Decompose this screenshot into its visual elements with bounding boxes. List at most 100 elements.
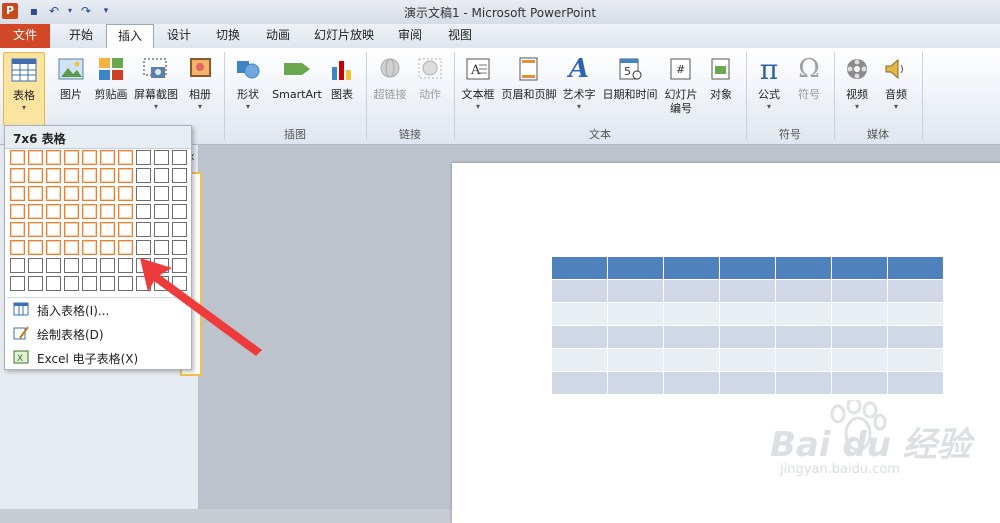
- slide-table[interactable]: [551, 256, 944, 395]
- table-cell[interactable]: [663, 256, 720, 280]
- grid-cell[interactable]: [118, 150, 133, 165]
- tab-insert[interactable]: 插入: [106, 24, 154, 49]
- audio-button[interactable]: 音频 ▾: [878, 52, 914, 124]
- table-cell[interactable]: [607, 279, 664, 303]
- tab-transitions[interactable]: 切换: [206, 24, 250, 48]
- slide-number-button[interactable]: # 幻灯片 编号: [660, 52, 702, 124]
- table-cell[interactable]: [663, 325, 720, 349]
- grid-cell[interactable]: [46, 276, 61, 291]
- grid-cell[interactable]: [28, 240, 43, 255]
- grid-cell[interactable]: [100, 240, 115, 255]
- grid-cell[interactable]: [28, 168, 43, 183]
- grid-cell[interactable]: [154, 222, 169, 237]
- grid-cell[interactable]: [28, 150, 43, 165]
- grid-cell[interactable]: [46, 168, 61, 183]
- grid-cell[interactable]: [136, 168, 151, 183]
- grid-cell[interactable]: [82, 222, 97, 237]
- grid-cell[interactable]: [10, 204, 25, 219]
- grid-cell[interactable]: [28, 204, 43, 219]
- grid-cell[interactable]: [154, 186, 169, 201]
- wordart-button[interactable]: A 艺术字 ▾: [560, 52, 598, 124]
- grid-cell[interactable]: [100, 150, 115, 165]
- grid-cell[interactable]: [64, 204, 79, 219]
- table-cell[interactable]: [551, 256, 608, 280]
- picture-button[interactable]: 图片: [52, 52, 90, 124]
- table-cell[interactable]: [719, 325, 776, 349]
- table-cell[interactable]: [831, 348, 888, 372]
- grid-cell[interactable]: [136, 204, 151, 219]
- grid-cell[interactable]: [100, 222, 115, 237]
- clipart-button[interactable]: 剪贴画: [92, 52, 130, 124]
- album-button[interactable]: 相册 ▾: [182, 52, 218, 124]
- smartart-button[interactable]: SmartArt: [270, 52, 324, 124]
- grid-cell[interactable]: [172, 204, 187, 219]
- shapes-button[interactable]: 形状 ▾: [228, 52, 268, 124]
- grid-cell[interactable]: [10, 150, 25, 165]
- grid-cell[interactable]: [154, 204, 169, 219]
- grid-cell[interactable]: [154, 150, 169, 165]
- tab-review[interactable]: 审阅: [388, 24, 432, 48]
- grid-cell[interactable]: [136, 186, 151, 201]
- grid-cell[interactable]: [100, 168, 115, 183]
- table-cell[interactable]: [775, 279, 832, 303]
- grid-cell[interactable]: [118, 186, 133, 201]
- table-cell[interactable]: [719, 302, 776, 326]
- grid-cell[interactable]: [10, 258, 25, 273]
- table-cell[interactable]: [775, 302, 832, 326]
- grid-cell[interactable]: [64, 258, 79, 273]
- grid-cell[interactable]: [100, 186, 115, 201]
- grid-cell[interactable]: [28, 276, 43, 291]
- symbol-button[interactable]: Ω 符号: [790, 52, 828, 124]
- grid-cell[interactable]: [82, 168, 97, 183]
- grid-cell[interactable]: [100, 276, 115, 291]
- grid-cell[interactable]: [10, 168, 25, 183]
- screenshot-button[interactable]: 屏幕截图 ▾: [132, 52, 180, 124]
- equation-button[interactable]: π 公式 ▾: [750, 52, 788, 124]
- grid-cell[interactable]: [46, 240, 61, 255]
- table-cell[interactable]: [831, 325, 888, 349]
- grid-cell[interactable]: [10, 186, 25, 201]
- grid-cell[interactable]: [64, 168, 79, 183]
- table-cell[interactable]: [831, 279, 888, 303]
- table-cell[interactable]: [887, 348, 944, 372]
- grid-cell[interactable]: [28, 222, 43, 237]
- table-cell[interactable]: [551, 279, 608, 303]
- table-cell[interactable]: [775, 348, 832, 372]
- grid-cell[interactable]: [64, 240, 79, 255]
- table-cell[interactable]: [551, 325, 608, 349]
- grid-cell[interactable]: [82, 258, 97, 273]
- table-cell[interactable]: [663, 302, 720, 326]
- grid-cell[interactable]: [172, 168, 187, 183]
- tab-view[interactable]: 视图: [438, 24, 482, 48]
- grid-cell[interactable]: [82, 150, 97, 165]
- grid-cell[interactable]: [118, 204, 133, 219]
- grid-cell[interactable]: [64, 150, 79, 165]
- grid-cell[interactable]: [136, 150, 151, 165]
- tab-slideshow[interactable]: 幻灯片放映: [308, 24, 380, 48]
- table-cell[interactable]: [719, 256, 776, 280]
- grid-cell[interactable]: [100, 258, 115, 273]
- header-footer-button[interactable]: 页眉和页脚: [499, 52, 559, 124]
- table-cell[interactable]: [887, 302, 944, 326]
- grid-cell[interactable]: [46, 258, 61, 273]
- tab-design[interactable]: 设计: [158, 24, 200, 48]
- table-cell[interactable]: [831, 302, 888, 326]
- grid-cell[interactable]: [46, 186, 61, 201]
- table-cell[interactable]: [775, 325, 832, 349]
- grid-cell[interactable]: [10, 240, 25, 255]
- tab-file[interactable]: 文件: [0, 24, 50, 48]
- table-cell[interactable]: [719, 371, 776, 395]
- table-cell[interactable]: [887, 325, 944, 349]
- chart-button[interactable]: 图表: [326, 52, 358, 124]
- grid-cell[interactable]: [46, 150, 61, 165]
- grid-cell[interactable]: [82, 204, 97, 219]
- grid-cell[interactable]: [64, 276, 79, 291]
- table-cell[interactable]: [551, 348, 608, 372]
- table-cell[interactable]: [663, 348, 720, 372]
- table-button[interactable]: 表格 ▾: [3, 52, 45, 126]
- grid-cell[interactable]: [172, 222, 187, 237]
- grid-cell[interactable]: [28, 186, 43, 201]
- grid-cell[interactable]: [118, 222, 133, 237]
- table-cell[interactable]: [551, 302, 608, 326]
- table-cell[interactable]: [607, 325, 664, 349]
